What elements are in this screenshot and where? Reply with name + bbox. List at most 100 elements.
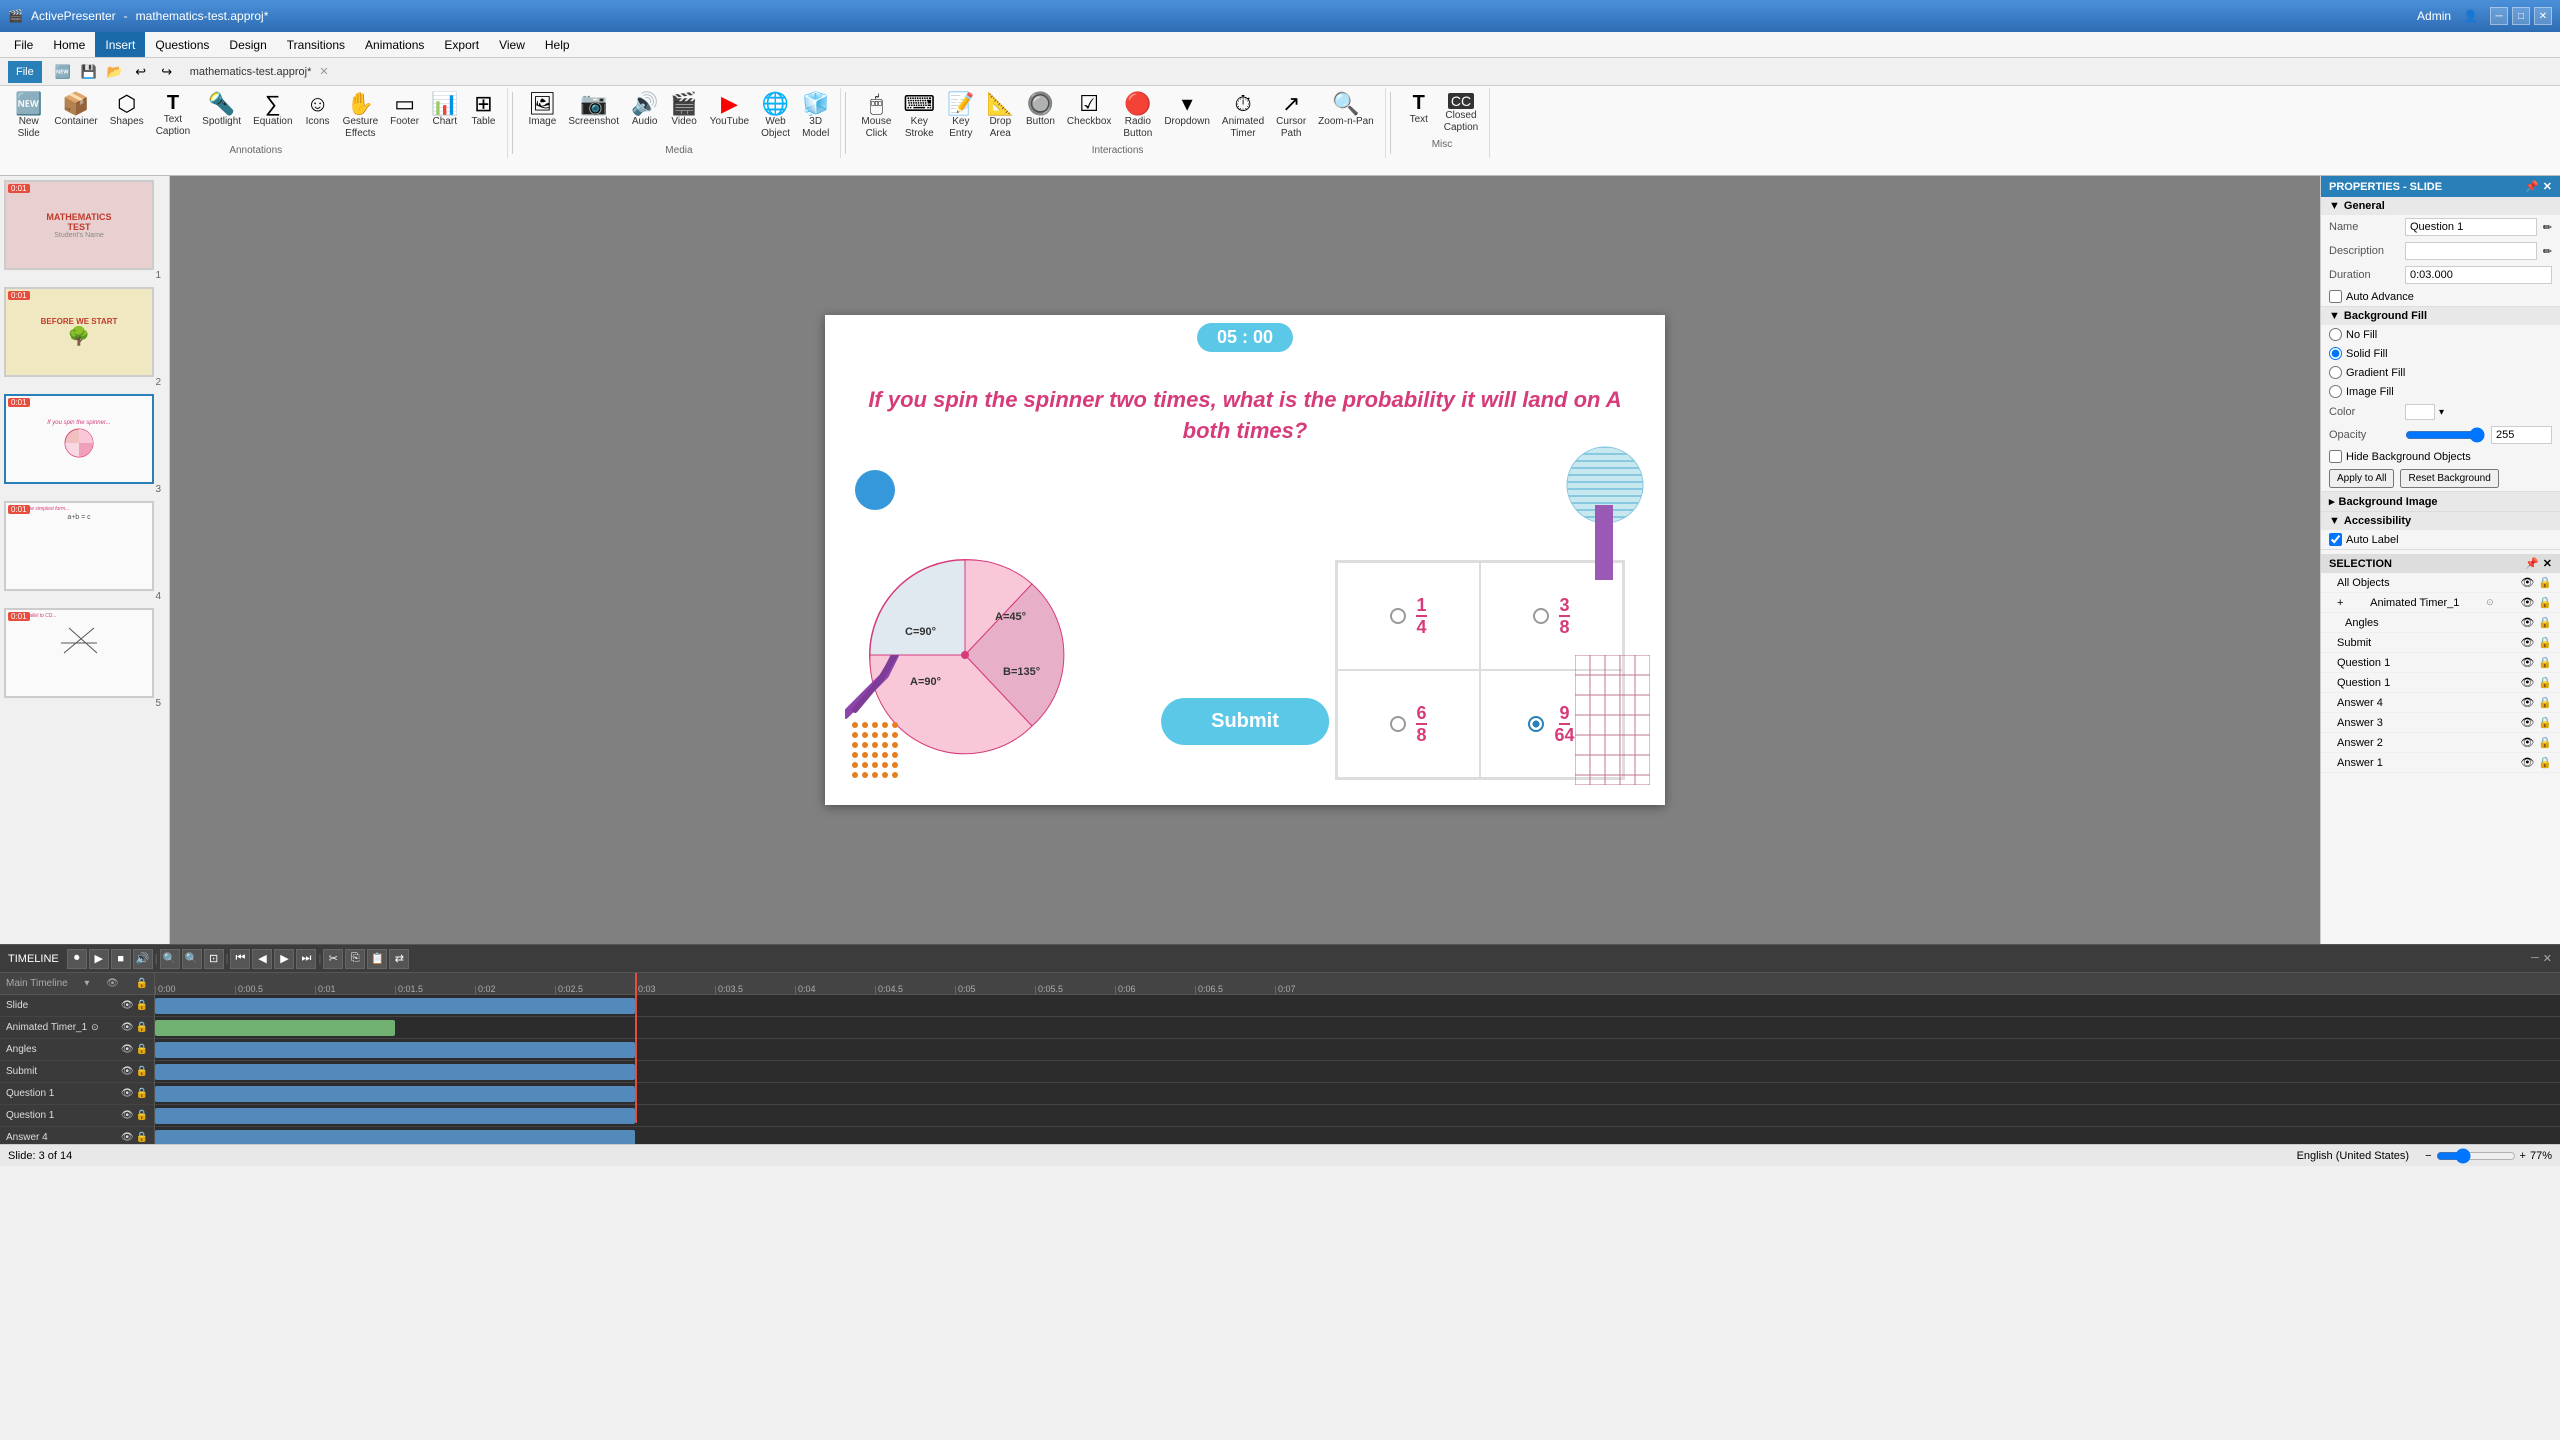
slide-thumb-4[interactable]: What is the simplest form... a+b = c 0:0… — [4, 501, 165, 602]
zoom-out-icon[interactable]: − — [2425, 1150, 2431, 1162]
ribbon-btn-icons[interactable]: ☺ Icons — [300, 90, 336, 143]
answer1-lock-icon[interactable]: 🔒 — [2538, 756, 2552, 769]
hide-bg-checkbox[interactable] — [2329, 450, 2342, 463]
sel-item-question1-a[interactable]: Question 1 👁 🔒 — [2321, 653, 2560, 673]
question1-b-eye-icon[interactable]: 👁 — [2520, 676, 2534, 689]
minimize-btn[interactable]: ─ — [2490, 7, 2508, 25]
answer-1-radio[interactable] — [1390, 608, 1406, 624]
close-btn[interactable]: ✕ — [2534, 7, 2552, 25]
ribbon-btn-text[interactable]: T Text — [1401, 90, 1437, 137]
ribbon-btn-container[interactable]: 📦 Container — [49, 90, 102, 143]
ribbon-btn-cursor-path[interactable]: ↗ CursorPath — [1271, 90, 1311, 143]
answer3-lock-icon[interactable]: 🔒 — [2538, 716, 2552, 729]
solid-fill-radio[interactable] — [2329, 347, 2342, 360]
selection-pin-icon[interactable]: 📌 — [2525, 557, 2539, 570]
ribbon-btn-3d-model[interactable]: 🧊 3DModel — [797, 90, 834, 143]
ribbon-btn-drop-area[interactable]: 📐 DropArea — [982, 90, 1019, 143]
gradient-fill-radio[interactable] — [2329, 366, 2342, 379]
duration-input[interactable] — [2405, 266, 2552, 284]
description-input[interactable] — [2405, 242, 2537, 260]
new-btn[interactable]: 🆕 — [52, 61, 74, 83]
submit-button[interactable]: Submit — [1161, 698, 1329, 745]
ribbon-btn-key-entry[interactable]: 📝 KeyEntry — [942, 90, 979, 143]
file-tab[interactable]: File — [8, 61, 42, 83]
undo-btn[interactable]: ↩ — [130, 61, 152, 83]
tl-zoom-in-btn[interactable]: 🔍 — [182, 949, 202, 969]
ribbon-btn-closed-caption[interactable]: CC ClosedCaption — [1439, 90, 1483, 137]
prop-panel-pin[interactable]: 📌 — [2525, 180, 2539, 193]
tl-skip-end-btn[interactable]: ⏭ — [296, 949, 316, 969]
ribbon-btn-audio[interactable]: 🔊 Audio — [626, 90, 663, 143]
color-swatch[interactable] — [2405, 404, 2435, 420]
reset-background-btn[interactable]: Reset Background — [2400, 469, 2498, 488]
open-btn[interactable]: 📂 — [104, 61, 126, 83]
tl-paste-btn[interactable]: 📋 — [367, 949, 387, 969]
maximize-btn[interactable]: □ — [2512, 7, 2530, 25]
slide-thumb-3[interactable]: If you spin the spinner... 0:01 3 — [4, 394, 165, 495]
timeline-close-btn[interactable]: ✕ — [2543, 952, 2552, 965]
submit-clip[interactable] — [155, 1064, 635, 1080]
answer3-eye-icon[interactable]: 👁 — [2520, 716, 2534, 729]
ribbon-btn-button[interactable]: 🔘 Button — [1021, 90, 1060, 143]
q1b-lock-icon[interactable]: 🔒 — [136, 1110, 148, 1121]
color-dropdown-icon[interactable]: ▾ — [2439, 407, 2444, 418]
sel-item-answer4[interactable]: Answer 4 👁 🔒 — [2321, 693, 2560, 713]
question1-a-eye-icon[interactable]: 👁 — [2520, 656, 2534, 669]
ribbon-btn-spotlight[interactable]: 🔦 Spotlight — [197, 90, 246, 143]
main-timeline-eye[interactable]: 👁 — [106, 978, 119, 989]
menu-design[interactable]: Design — [219, 32, 276, 57]
ribbon-btn-text-caption[interactable]: T TextCaption — [151, 90, 195, 143]
selection-close-icon[interactable]: ✕ — [2543, 557, 2552, 570]
angles-eye-icon2[interactable]: 👁 — [121, 1044, 134, 1055]
answer4-lock-icon2[interactable]: 🔒 — [136, 1132, 148, 1143]
sel-item-submit[interactable]: Submit 👁 🔒 — [2321, 633, 2560, 653]
menu-help[interactable]: Help — [535, 32, 580, 57]
q1b-eye-icon[interactable]: 👁 — [121, 1110, 134, 1121]
tl-stop-btn[interactable]: ■ — [111, 949, 131, 969]
ribbon-btn-table[interactable]: ⊞ Table — [465, 90, 501, 143]
animated-timer-eye-icon[interactable]: 👁 — [2520, 596, 2534, 609]
slide-clip[interactable] — [155, 998, 635, 1014]
sel-item-answer1[interactable]: Answer 1 👁 🔒 — [2321, 753, 2560, 773]
answer-3-radio[interactable] — [1390, 716, 1406, 732]
ribbon-btn-shapes[interactable]: ⬡ Shapes — [105, 90, 149, 143]
ribbon-btn-equation[interactable]: ∑ Equation — [248, 90, 297, 143]
tl-sync-btn[interactable]: ⇄ — [389, 949, 409, 969]
submit-lock-icon[interactable]: 🔒 — [2538, 636, 2552, 649]
tl-zoom-fit-btn[interactable]: ⊡ — [204, 949, 224, 969]
bg-fill-header[interactable]: ▼ Background Fill — [2321, 307, 2560, 325]
tl-copy-btn[interactable]: ⎘ — [345, 949, 365, 969]
ribbon-btn-screenshot[interactable]: 📷 Screenshot — [563, 90, 624, 143]
bg-image-header[interactable]: ▸ Background Image — [2321, 492, 2560, 511]
name-edit-icon[interactable]: ✏ — [2543, 221, 2552, 234]
submit-eye-icon[interactable]: 👁 — [2520, 636, 2534, 649]
sel-item-animated-timer[interactable]: + Animated Timer_1 ⊙ 👁 🔒 — [2321, 593, 2560, 613]
submit-lock-icon2[interactable]: 🔒 — [136, 1066, 148, 1077]
angles-lock-icon[interactable]: 🔒 — [2538, 616, 2552, 629]
ribbon-btn-radio-button[interactable]: 🔴 RadioButton — [1118, 90, 1157, 143]
answer2-eye-icon[interactable]: 👁 — [2520, 736, 2534, 749]
question1-b-lock-icon[interactable]: 🔒 — [2538, 676, 2552, 689]
answer-2-radio[interactable] — [1533, 608, 1549, 624]
ribbon-btn-mouse-click[interactable]: 🖱 MouseClick — [856, 90, 896, 143]
menu-animations[interactable]: Animations — [355, 32, 434, 57]
answer1-eye-icon[interactable]: 👁 — [2520, 756, 2534, 769]
animated-timer-clip[interactable] — [155, 1020, 395, 1036]
tl-step-back-btn[interactable]: ◀ — [252, 949, 272, 969]
all-objects-eye-icon[interactable]: 👁 — [2520, 576, 2534, 589]
ribbon-btn-chart[interactable]: 📊 Chart — [426, 90, 463, 143]
slide-thumb-5[interactable]: AB is parallel to CD... 0:01 5 — [4, 608, 165, 709]
main-timeline-lock[interactable]: 🔒 — [136, 978, 148, 989]
tl-skip-start-btn[interactable]: ⏮ — [230, 949, 250, 969]
submit-eye-icon2[interactable]: 👁 — [121, 1066, 134, 1077]
ribbon-btn-image[interactable]: 🖼 Image — [523, 90, 561, 143]
redo-btn[interactable]: ↪ — [156, 61, 178, 83]
tl-audio-btn[interactable]: 🔊 — [133, 949, 153, 969]
sel-item-angles[interactable]: Angles 👁 🔒 — [2321, 613, 2560, 633]
question1-a-lock-icon[interactable]: 🔒 — [2538, 656, 2552, 669]
menu-export[interactable]: Export — [434, 32, 489, 57]
answer4-lock-icon[interactable]: 🔒 — [2538, 696, 2552, 709]
answer-cell-1[interactable]: 1 4 — [1337, 562, 1480, 670]
sel-item-answer2[interactable]: Answer 2 👁 🔒 — [2321, 733, 2560, 753]
slide-thumb-2[interactable]: BEFORE WE START 🌳 0:01 2 — [4, 287, 165, 388]
